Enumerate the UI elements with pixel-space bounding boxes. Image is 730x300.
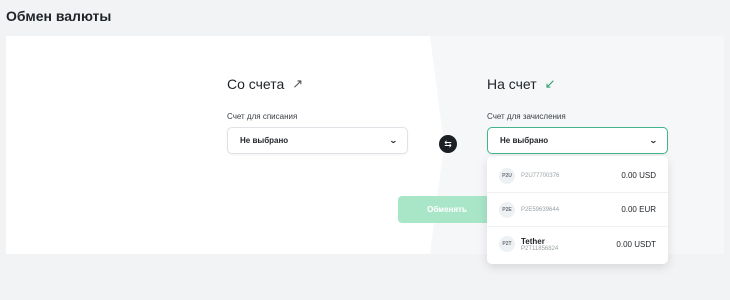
arrow-down-left-icon: ↙ [544, 76, 556, 91]
to-account-select[interactable]: Не выбрано ⌄ [487, 127, 668, 154]
from-account-value: Не выбрано [240, 136, 289, 145]
account-badge: P2E [499, 201, 515, 218]
to-account-label: Счет для зачисления [487, 112, 566, 121]
swap-icon: ⇆ [444, 138, 452, 149]
account-balance: 0.00 USD [621, 171, 656, 180]
from-title-text: Со счета [227, 76, 285, 92]
to-account-value: Не выбрано [500, 136, 549, 145]
to-title: На счет ↙ [487, 76, 556, 92]
account-badge: P2U [499, 167, 515, 184]
swap-button[interactable]: ⇆ [439, 135, 457, 153]
account-dropdown: P2U P2U77700376 0.00 USD P2E P2E59639644… [487, 156, 668, 264]
account-number: P2T11856824 [521, 245, 559, 252]
page-title: Обмен валюты [6, 8, 112, 24]
from-title: Со счета ↗ [227, 76, 303, 92]
dropdown-item-usd[interactable]: P2U P2U77700376 0.00 USD [487, 159, 668, 193]
chevron-down-icon: ⌄ [389, 136, 399, 145]
account-name: Tether [521, 236, 545, 246]
account-badge: P2T [499, 236, 515, 252]
account-balance: 0.00 EUR [621, 205, 656, 214]
from-account-select[interactable]: Не выбрано ⌄ [227, 127, 408, 154]
chevron-down-icon: ⌄ [649, 136, 659, 145]
exchange-button[interactable]: Обменять [398, 196, 496, 223]
to-title-text: На счет [487, 76, 537, 92]
dropdown-item-usdt[interactable]: P2T Tether P2T11856824 0.00 USDT [487, 227, 668, 261]
dropdown-item-eur[interactable]: P2E P2E59639644 0.00 EUR [487, 193, 668, 227]
account-balance: 0.00 USDT [616, 239, 656, 249]
account-number: P2U77700376 [521, 172, 560, 179]
arrow-up-right-icon: ↗ [292, 76, 304, 91]
from-account-label: Счет для списания [227, 112, 298, 121]
account-number: P2E59639644 [521, 206, 560, 213]
